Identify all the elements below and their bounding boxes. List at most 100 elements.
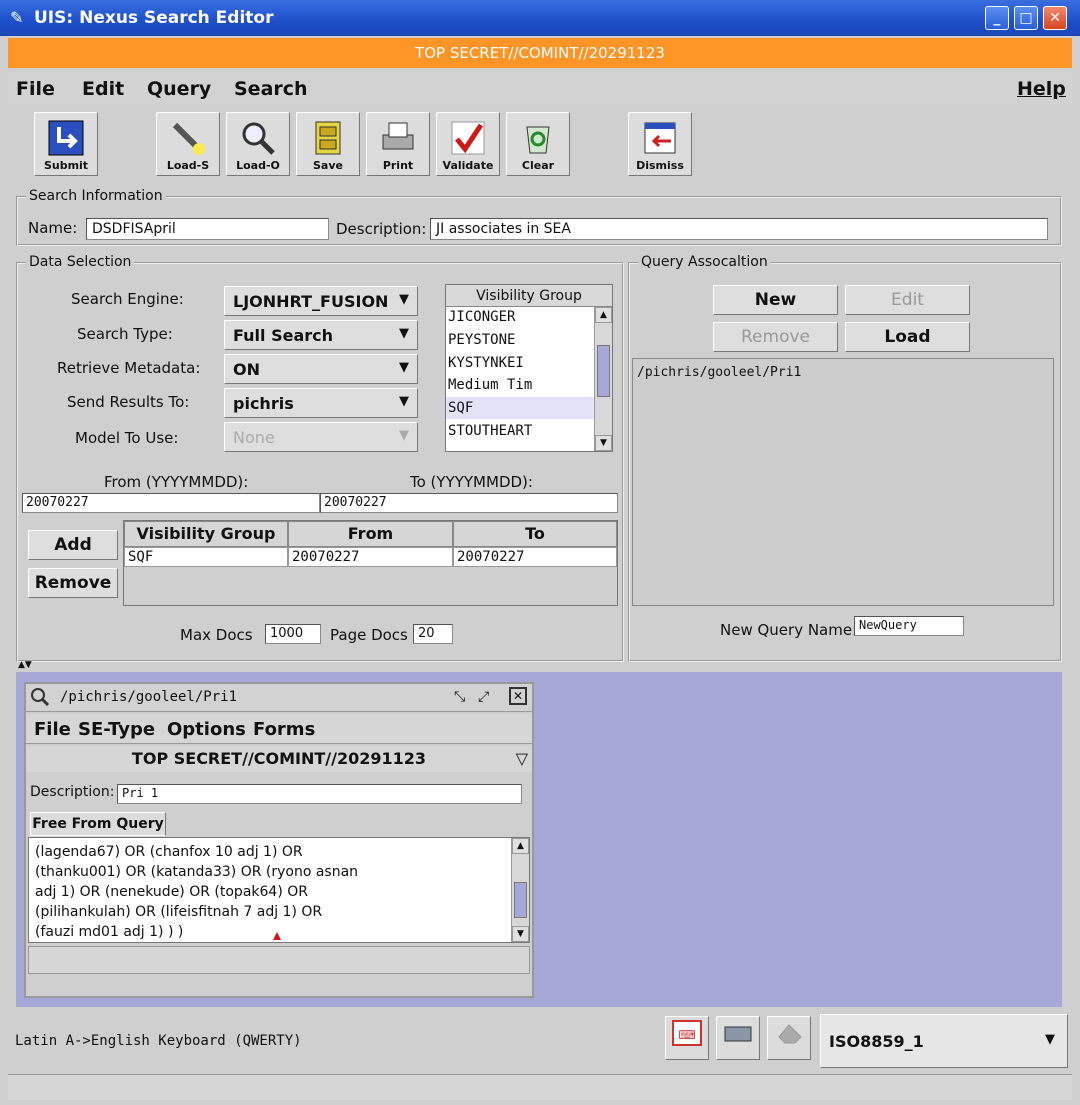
minimize-button[interactable]: _ xyxy=(985,6,1009,30)
description-label: Description: xyxy=(336,220,427,238)
list-item[interactable]: JICONGER xyxy=(448,309,515,325)
keyboard-layout-label: Latin A->English Keyboard (QWERTY) xyxy=(15,1033,302,1049)
remove-button[interactable]: Remove xyxy=(28,568,118,598)
scroll-down-icon[interactable]: ▼ xyxy=(512,926,529,942)
query-line: (fauzi md01 adj 1) ) ) xyxy=(35,924,184,940)
menu-options[interactable]: Options xyxy=(167,719,246,740)
query-text-area[interactable]: (lagenda67) OR (chanfox 10 adj 1) OR (th… xyxy=(28,837,530,943)
keyboard-button[interactable] xyxy=(716,1016,760,1060)
search-type-select[interactable]: Full Search ▼ xyxy=(224,320,418,350)
inner-description-field[interactable]: Pri 1 xyxy=(117,784,522,804)
page-docs-label: Page Docs xyxy=(330,626,408,644)
menu-edit[interactable]: Edit xyxy=(82,78,124,100)
query-line: (thanku001) OR (katanda33) OR (ryono asn… xyxy=(35,864,359,880)
recycle-bin-icon xyxy=(519,119,557,157)
menu-help[interactable]: Help xyxy=(1017,78,1066,100)
save-button[interactable]: Save xyxy=(296,112,360,176)
query-editor-window: /pichris/gooleel/Pri1 ⤡ ⤢ ✕ File SE-Type… xyxy=(24,682,534,998)
scroll-down-icon[interactable]: ▼ xyxy=(595,435,612,451)
checkmark-icon xyxy=(449,119,487,157)
query-association-list[interactable]: /pichris/gooleel/Pri1 xyxy=(632,358,1054,606)
table-cell[interactable]: 20070227 xyxy=(288,547,453,567)
list-item[interactable]: KYSTYNKEI xyxy=(448,355,524,371)
input-method-button[interactable]: ⌨ xyxy=(665,1016,709,1060)
new-query-name-field[interactable]: NewQuery xyxy=(854,616,964,636)
name-label: Name: xyxy=(28,219,78,237)
edit-query-button[interactable]: Edit xyxy=(845,285,970,315)
menu-bar: File Edit Query Search Help xyxy=(8,72,1072,104)
table-cell[interactable]: SQF xyxy=(124,547,288,567)
splitter[interactable]: ▲▼ xyxy=(16,660,1066,671)
menu-forms[interactable]: Forms xyxy=(253,719,315,740)
bottom-strip xyxy=(8,1074,1072,1100)
dropdown-arrow-icon: ▼ xyxy=(1045,1032,1055,1047)
remove-query-button[interactable]: Remove xyxy=(713,322,838,352)
keyboard-input-icon: ⌨ xyxy=(671,1020,703,1055)
menu-file[interactable]: File xyxy=(16,78,55,100)
table-header-visibility-group: Visibility Group xyxy=(124,521,288,547)
model-select[interactable]: None ▼ xyxy=(224,422,418,452)
splitter-arrows-icon[interactable]: ▲▼ xyxy=(18,660,32,670)
maximize-icon[interactable]: ⤢ xyxy=(478,689,489,705)
inner-classification-banner: TOP SECRET//COMINT//20291123 ▽ xyxy=(26,746,532,772)
close-icon[interactable]: ✕ xyxy=(509,687,527,705)
load-s-button[interactable]: Load-S xyxy=(156,112,220,176)
query-status-strip xyxy=(28,946,530,974)
dropdown-arrow-icon: ▼ xyxy=(399,394,409,409)
to-date-field[interactable]: 20070227 xyxy=(320,493,618,513)
load-query-button[interactable]: Load xyxy=(845,322,970,352)
disabled-tool-button[interactable] xyxy=(767,1016,811,1060)
validate-button[interactable]: Validate xyxy=(436,112,500,176)
send-results-select[interactable]: pichris ▼ xyxy=(224,388,418,418)
scroll-thumb[interactable] xyxy=(597,345,610,397)
list-item[interactable]: /pichris/gooleel/Pri1 xyxy=(637,365,801,380)
page-docs-field[interactable]: 20 xyxy=(413,624,453,644)
scroll-thumb[interactable] xyxy=(514,882,527,918)
submit-arrow-icon xyxy=(47,119,85,157)
dropdown-arrow-icon: ▼ xyxy=(399,360,409,375)
model-label: Model To Use: xyxy=(75,429,179,447)
from-date-label: From (YYYYMMDD): xyxy=(104,473,249,491)
from-date-field[interactable]: 20070227 xyxy=(22,493,320,513)
menu-file[interactable]: File xyxy=(34,719,71,740)
list-item-selected[interactable]: SQF xyxy=(448,400,473,416)
iconify-icon[interactable]: ⤡ xyxy=(454,689,465,705)
list-item[interactable]: Medium Tim xyxy=(448,377,532,393)
clear-button[interactable]: Clear xyxy=(506,112,570,176)
scroll-up-icon[interactable]: ▲ xyxy=(512,838,529,854)
menu-query[interactable]: Query xyxy=(147,78,211,100)
visibility-scrollbar[interactable]: ▲ ▼ xyxy=(594,307,612,451)
tab-free-form-query[interactable]: Free From Query xyxy=(30,812,166,836)
scroll-up-icon[interactable]: ▲ xyxy=(595,307,612,323)
description-field[interactable]: JI associates in SEA xyxy=(430,218,1048,240)
collapse-triangle-icon[interactable]: ▽ xyxy=(516,746,528,772)
visibility-group-list[interactable]: Visibility Group JICONGER PEYSTONE KYSTY… xyxy=(445,284,613,452)
maximize-button[interactable]: □ xyxy=(1014,6,1038,30)
new-query-button[interactable]: New xyxy=(713,285,838,315)
query-line: adj 1) OR (nenekude) OR (topak64) OR xyxy=(35,884,308,900)
dropdown-arrow-icon: ▼ xyxy=(399,292,409,307)
menu-se-type[interactable]: SE-Type xyxy=(78,719,155,740)
load-o-button[interactable]: Load-O xyxy=(226,112,290,176)
query-scrollbar[interactable]: ▲ ▼ xyxy=(511,838,529,942)
list-item[interactable]: PEYSTONE xyxy=(448,332,515,348)
menu-search[interactable]: Search xyxy=(234,78,308,100)
retrieve-metadata-select[interactable]: ON ▼ xyxy=(224,354,418,384)
list-item[interactable]: STOUTHEART xyxy=(448,423,532,439)
inner-description-label: Description: xyxy=(30,784,115,800)
print-button[interactable]: Print xyxy=(366,112,430,176)
max-docs-field[interactable]: 1000 xyxy=(265,624,321,644)
table-cell[interactable]: 20070227 xyxy=(453,547,617,567)
name-field[interactable]: DSDFISApril xyxy=(86,218,329,240)
search-engine-select[interactable]: LJONHRT_FUSION ▼ xyxy=(224,286,418,316)
table-header-from: From xyxy=(288,521,453,547)
file-cabinet-icon xyxy=(309,119,347,157)
printer-icon xyxy=(379,119,417,157)
keyboard-icon xyxy=(722,1026,754,1055)
dismiss-button[interactable]: Dismiss xyxy=(628,112,692,176)
query-line: (lagenda67) OR (chanfox 10 adj 1) OR xyxy=(35,844,303,860)
add-button[interactable]: Add xyxy=(28,530,118,560)
encoding-select[interactable]: ISO8859_1 ▼ xyxy=(820,1014,1068,1068)
submit-button[interactable]: Submit xyxy=(34,112,98,176)
close-button[interactable]: ✕ xyxy=(1043,6,1067,30)
